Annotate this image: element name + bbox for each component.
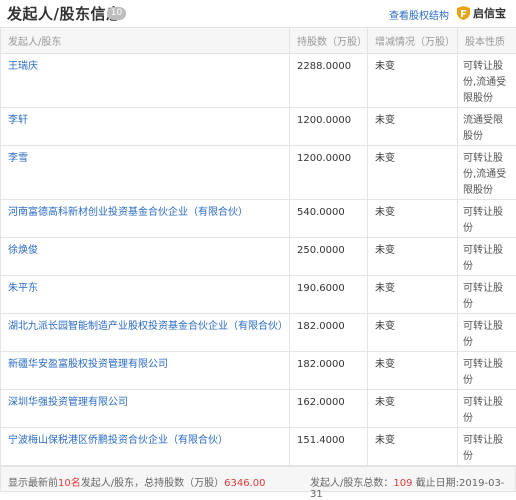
nature-cell: 可转让股份 <box>458 314 516 352</box>
shares-cell: 182.0000 <box>290 314 368 352</box>
shield-icon <box>457 6 470 20</box>
nature-cell: 可转让股份 <box>458 238 516 276</box>
shares-cell: 190.6000 <box>290 276 368 314</box>
shareholder-table: 发起人/股东 持股数（万股） 增减情况（万股） 股本性质 王瑞庆 2288.00… <box>0 27 516 466</box>
column-header-shareholder: 发起人/股东 <box>1 28 290 54</box>
shareholder-name-link[interactable]: 宁波梅山保税港区侨鹏投资合伙企业（有限合伙） <box>8 435 228 446</box>
change-cell: 未变 <box>368 108 458 146</box>
shares-cell: 540.0000 <box>290 200 368 238</box>
shares-cell: 250.0000 <box>290 238 368 276</box>
nature-cell: 可转让股份,流通受限股份 <box>458 54 516 108</box>
change-cell: 未变 <box>368 146 458 200</box>
change-cell: 未变 <box>368 428 458 466</box>
table-row: 新疆华安盈富股权投资管理有限公司 182.0000 未变 可转让股份 <box>1 352 516 390</box>
shareholder-name-link[interactable]: 李轩 <box>8 115 28 126</box>
table-row: 徐焕俊 250.0000 未变 可转让股份 <box>1 238 516 276</box>
shares-cell: 1200.0000 <box>290 108 368 146</box>
count-badge: 10 <box>107 7 126 20</box>
footer-total-shares: 6346.00 <box>224 478 265 489</box>
shareholder-name-link[interactable]: 新疆华安盈富股权投资管理有限公司 <box>8 359 168 370</box>
shares-cell: 2288.0000 <box>290 54 368 108</box>
footer-total-count: 109 <box>393 478 412 489</box>
section-title: 发起人/股东信息 <box>7 3 121 24</box>
footer-total-label: 发起人/股东总数： <box>310 478 393 489</box>
nature-cell: 可转让股份 <box>458 200 516 238</box>
column-header-nature: 股本性质 <box>458 28 516 54</box>
table-row: 李雪 1200.0000 未变 可转让股份,流通受限股份 <box>1 146 516 200</box>
brand-name: 启信宝 <box>473 5 506 21</box>
nature-cell: 可转让股份 <box>458 276 516 314</box>
section-header: 发起人/股东信息 10 查看股权结构 启信宝 <box>0 0 516 26</box>
change-cell: 未变 <box>368 314 458 352</box>
shareholder-name-link[interactable]: 河南富德高科新材创业投资基金合伙企业（有限合伙） <box>8 207 248 218</box>
table-row: 深圳华强投资管理有限公司 162.0000 未变 可转让股份 <box>1 390 516 428</box>
nature-cell: 可转让股份 <box>458 428 516 466</box>
table-footer: 显示最新前10名发起人/股东，总持股数（万股）6346.00 发起人/股东总数：… <box>0 466 516 492</box>
change-cell: 未变 <box>368 238 458 276</box>
table-row: 王瑞庆 2288.0000 未变 可转让股份,流通受限股份 <box>1 54 516 108</box>
footer-prefix: 显示最新前 <box>8 478 58 489</box>
shareholder-name-link[interactable]: 王瑞庆 <box>8 61 38 72</box>
shareholder-name-link[interactable]: 徐焕俊 <box>8 245 38 256</box>
nature-cell: 可转让股份 <box>458 352 516 390</box>
column-header-shares: 持股数（万股） <box>290 28 368 54</box>
brand-logo: 启信宝 <box>457 5 506 21</box>
table-row: 朱平东 190.6000 未变 可转让股份 <box>1 276 516 314</box>
change-cell: 未变 <box>368 352 458 390</box>
shares-cell: 151.4000 <box>290 428 368 466</box>
shares-cell: 182.0000 <box>290 352 368 390</box>
footer-summary: 显示最新前10名发起人/股东，总持股数（万股）6346.00 <box>8 474 265 489</box>
shareholder-name-link[interactable]: 深圳华强投资管理有限公司 <box>8 397 128 408</box>
change-cell: 未变 <box>368 54 458 108</box>
table-header-row: 发起人/股东 持股数（万股） 增减情况（万股） 股本性质 <box>1 28 516 54</box>
shares-cell: 162.0000 <box>290 390 368 428</box>
nature-cell: 流通受限股份 <box>458 108 516 146</box>
table-row: 湖北九派长园智能制造产业股权投资基金合伙企业（有限合伙） 182.0000 未变… <box>1 314 516 352</box>
nature-cell: 可转让股份 <box>458 390 516 428</box>
nature-cell: 可转让股份,流通受限股份 <box>458 146 516 200</box>
change-cell: 未变 <box>368 276 458 314</box>
shareholder-name-link[interactable]: 湖北九派长园智能制造产业股权投资基金合伙企业（有限合伙） <box>8 321 288 332</box>
shares-cell: 1200.0000 <box>290 146 368 200</box>
footer-middle-text: 发起人/股东，总持股数（万股） <box>81 478 224 489</box>
column-header-change: 增减情况（万股） <box>368 28 458 54</box>
view-equity-structure-link[interactable]: 查看股权结构 <box>389 7 449 22</box>
shareholder-name-link[interactable]: 朱平东 <box>8 283 38 294</box>
shareholder-name-link[interactable]: 李雪 <box>8 153 28 164</box>
change-cell: 未变 <box>368 200 458 238</box>
change-cell: 未变 <box>368 390 458 428</box>
table-row: 河南富德高科新材创业投资基金合伙企业（有限合伙） 540.0000 未变 可转让… <box>1 200 516 238</box>
footer-total-info: 发起人/股东总数：109 截止日期:2019-03-31 <box>310 474 515 500</box>
table-row: 李轩 1200.0000 未变 流通受限股份 <box>1 108 516 146</box>
table-row: 宁波梅山保税港区侨鹏投资合伙企业（有限合伙） 151.4000 未变 可转让股份 <box>1 428 516 466</box>
footer-shown-count: 10名 <box>58 478 81 489</box>
